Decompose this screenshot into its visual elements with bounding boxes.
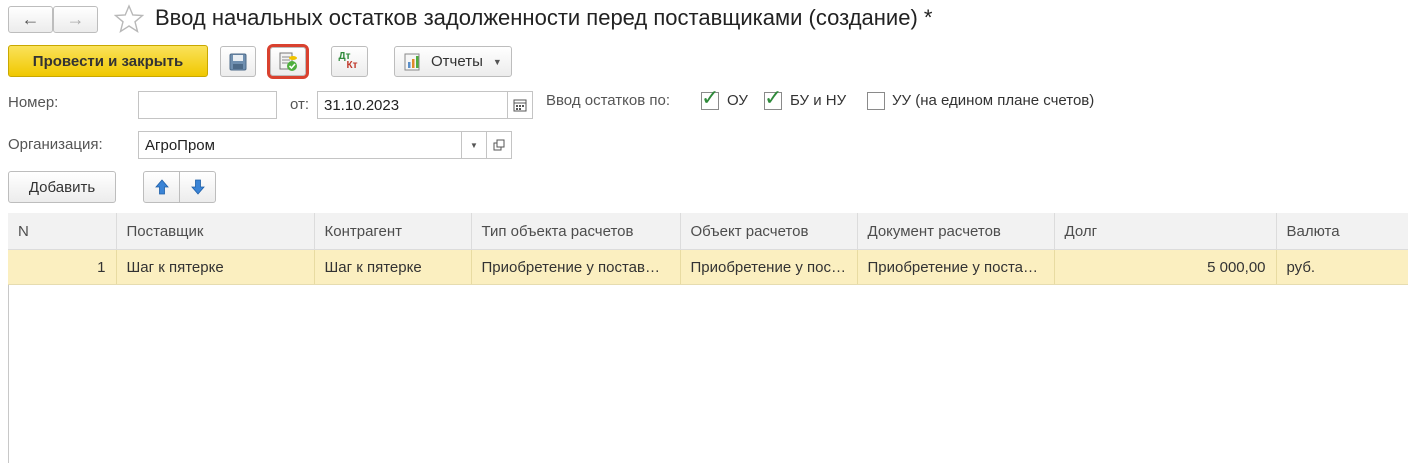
- move-up-button[interactable]: [143, 171, 180, 203]
- kt-label: Кт: [346, 59, 358, 71]
- balances-label: Ввод остатков по:: [546, 92, 671, 109]
- arrow-left-icon: ←: [21, 9, 40, 29]
- arrow-right-icon: →: [66, 9, 85, 29]
- column-header-object-type[interactable]: Тип объекта расчетов: [471, 213, 681, 250]
- reports-button[interactable]: Отчеты ▼: [394, 46, 512, 77]
- arrow-up-icon: [154, 179, 169, 195]
- favorite-star-icon[interactable]: [113, 4, 145, 38]
- cell-document[interactable]: Приобретение у поставщика: [857, 249, 1055, 285]
- column-header-document[interactable]: Документ расчетов: [857, 213, 1055, 250]
- open-window-icon: [493, 139, 505, 151]
- checkbox-bu-nu-label: БУ и НУ: [790, 92, 847, 109]
- debts-table: N Поставщик Контрагент Тип объекта расче…: [8, 213, 1408, 285]
- highlight-frame: [267, 44, 309, 79]
- organization-dropdown-button[interactable]: ▼: [461, 131, 487, 159]
- date-label: от:: [290, 96, 310, 113]
- calendar-icon: [513, 99, 527, 112]
- cell-currency[interactable]: руб.: [1276, 249, 1408, 285]
- column-header-object[interactable]: Объект расчетов: [680, 213, 858, 250]
- cell-counterparty[interactable]: Шаг к пятерке: [314, 249, 472, 285]
- arrow-down-icon: [190, 179, 205, 195]
- dt-kt-icon: Дт Кт: [337, 51, 363, 73]
- move-down-button[interactable]: [179, 171, 216, 203]
- organization-open-button[interactable]: [486, 131, 512, 159]
- cell-object[interactable]: Приобретение у поставщика: [680, 249, 858, 285]
- checkmark-icon: ✓: [764, 85, 783, 110]
- column-header-supplier[interactable]: Поставщик: [116, 213, 315, 250]
- number-label: Номер:: [8, 94, 59, 111]
- post-and-close-button[interactable]: Провести и закрыть: [8, 45, 208, 77]
- column-header-currency[interactable]: Валюта: [1276, 213, 1408, 250]
- cell-debt[interactable]: 5 000,00: [1054, 249, 1277, 285]
- add-row-button[interactable]: Добавить: [8, 171, 116, 203]
- reports-icon: [404, 53, 420, 70]
- page-title: Ввод начальных остатков задолженности пе…: [155, 5, 933, 30]
- chevron-down-icon: ▼: [492, 56, 502, 67]
- table-header-row: N Поставщик Контрагент Тип объекта расче…: [8, 213, 1408, 250]
- column-header-debt[interactable]: Долг: [1054, 213, 1277, 250]
- number-input[interactable]: [138, 91, 277, 119]
- checkbox-ou-label: ОУ: [727, 92, 748, 109]
- cell-supplier[interactable]: Шаг к пятерке: [116, 249, 315, 285]
- reports-label: Отчеты: [431, 53, 483, 70]
- column-header-n[interactable]: N: [8, 213, 117, 250]
- checkbox-uu[interactable]: [867, 92, 885, 110]
- floppy-disk-icon: [229, 53, 247, 70]
- checkmark-icon: ✓: [701, 85, 720, 110]
- cell-n[interactable]: 1: [8, 249, 117, 285]
- forward-button[interactable]: →: [53, 6, 98, 33]
- date-input[interactable]: 31.10.2023: [317, 91, 508, 119]
- checkbox-uu-label: УУ (на едином плане счетов): [892, 92, 1095, 109]
- table-row[interactable]: 1 Шаг к пятерке Шаг к пятерке Приобретен…: [8, 249, 1408, 285]
- organization-label: Организация:: [8, 136, 103, 153]
- column-header-counterparty[interactable]: Контрагент: [314, 213, 472, 250]
- dt-kt-button[interactable]: Дт Кт: [331, 46, 368, 77]
- checkbox-ou[interactable]: ✓: [701, 87, 719, 110]
- cell-object-type[interactable]: Приобретение у поставщика: [471, 249, 681, 285]
- calendar-button[interactable]: [507, 91, 533, 119]
- back-button[interactable]: ←: [8, 6, 53, 33]
- organization-input[interactable]: АгроПром: [138, 131, 462, 159]
- save-button[interactable]: [220, 46, 256, 77]
- checkbox-bu-nu[interactable]: ✓: [764, 87, 782, 110]
- chevron-down-icon: ▼: [470, 140, 478, 150]
